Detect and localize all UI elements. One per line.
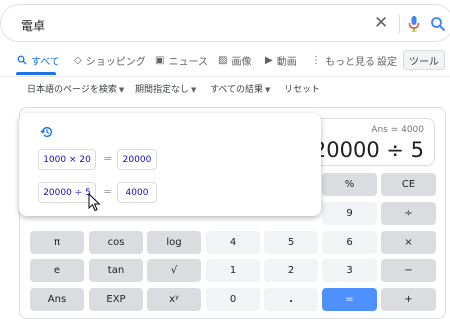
active-tab-indicator: [16, 72, 56, 75]
search-icon[interactable]: [430, 16, 446, 32]
key-exp[interactable]: EXP: [89, 288, 143, 311]
key-pi[interactable]: π: [30, 231, 84, 254]
filter-label: リセット: [284, 85, 321, 95]
filter-time[interactable]: 期間指定なし ▼: [135, 82, 196, 95]
tab-images[interactable]: ▨ 画像: [218, 46, 251, 74]
display-expression: 20000 ÷ 5: [312, 138, 424, 162]
history-icon[interactable]: [40, 125, 54, 139]
ans-readout: Ans = 4000: [371, 125, 424, 135]
filter-results[interactable]: すべての結果 ▼: [210, 82, 270, 95]
caret-down-icon: ▼: [118, 86, 125, 94]
mouse-cursor-icon: [88, 193, 101, 212]
caret-down-icon: ▼: [265, 86, 271, 94]
filter-language[interactable]: 日本語のページを検索 ▼: [27, 82, 124, 95]
filter-label: すべての結果: [210, 85, 264, 95]
key-1[interactable]: 1: [206, 259, 260, 282]
history-expression-chip[interactable]: 1000 × 20: [38, 149, 96, 170]
tab-news[interactable]: ▣ ニュース: [155, 46, 208, 74]
key-e[interactable]: e: [30, 259, 84, 282]
key-percent[interactable]: %: [322, 173, 377, 196]
tab-all[interactable]: すべて: [17, 46, 60, 74]
search-divider: [399, 15, 400, 33]
history-equals-sign: =: [103, 185, 113, 198]
tab-shopping[interactable]: ◇ ショッピング: [74, 46, 146, 74]
tag-icon: ◇: [74, 54, 82, 66]
key-6[interactable]: 6: [322, 231, 377, 254]
more-vert-icon: ⋮: [311, 54, 321, 66]
key-decimal[interactable]: .: [264, 288, 318, 311]
history-equals-sign: =: [103, 152, 113, 165]
key-minus[interactable]: −: [381, 259, 436, 282]
history-result-chip[interactable]: 4000: [117, 182, 157, 203]
tab-label: ニュース: [168, 56, 208, 68]
filter-label: 日本語のページを検索: [27, 85, 117, 95]
settings-link[interactable]: 設定: [377, 46, 397, 74]
search-tabs: すべて ◇ ショッピング ▣ ニュース ▨ 画像 ▶ 動画 ⋮ もっと見る 設定: [0, 46, 450, 76]
key-0[interactable]: 0: [206, 288, 260, 311]
tabs-divider: [0, 76, 450, 77]
key-3[interactable]: 3: [322, 259, 377, 282]
key-cos[interactable]: cos: [89, 231, 143, 254]
newspaper-icon: ▣: [155, 54, 165, 66]
filter-reset[interactable]: リセット: [284, 82, 320, 95]
tab-label: 動画: [276, 56, 297, 68]
key-log[interactable]: log: [147, 231, 201, 254]
tab-videos[interactable]: ▶ 動画: [265, 46, 297, 74]
key-ans[interactable]: Ans: [30, 288, 84, 311]
key-9[interactable]: 9: [322, 202, 377, 225]
key-divide[interactable]: ÷: [381, 202, 436, 225]
key-equals[interactable]: =: [322, 288, 377, 311]
tools-button[interactable]: ツール: [403, 50, 445, 70]
key-sqrt[interactable]: √: [147, 259, 201, 282]
caret-down-icon: ▼: [191, 86, 197, 94]
key-plus[interactable]: +: [381, 288, 436, 311]
tab-label: すべて: [31, 56, 60, 68]
tab-label: 画像: [231, 56, 252, 68]
key-4[interactable]: 4: [206, 231, 260, 254]
tab-more[interactable]: ⋮ もっと見る: [311, 46, 375, 74]
key-clear-entry[interactable]: CE: [381, 173, 436, 196]
tab-label: ショッピング: [85, 56, 146, 68]
microphone-icon[interactable]: [408, 16, 420, 32]
filter-label: 期間指定なし: [135, 85, 190, 95]
play-icon: ▶: [265, 54, 273, 66]
clear-icon[interactable]: ✕: [374, 13, 388, 33]
search-box[interactable]: 電卓 ✕: [0, 4, 450, 42]
image-icon: ▨: [218, 54, 228, 66]
key-tan[interactable]: tan: [89, 259, 143, 282]
key-5[interactable]: 5: [264, 231, 318, 254]
settings-label: 設定: [377, 56, 397, 68]
search-input[interactable]: 電卓: [21, 17, 45, 34]
search-icon: [17, 55, 27, 65]
key-multiply[interactable]: ×: [381, 231, 436, 254]
key-2[interactable]: 2: [264, 259, 318, 282]
history-result-chip[interactable]: 20000: [117, 149, 157, 170]
key-power[interactable]: xʸ: [147, 288, 201, 311]
tab-label: もっと見る: [325, 56, 375, 68]
